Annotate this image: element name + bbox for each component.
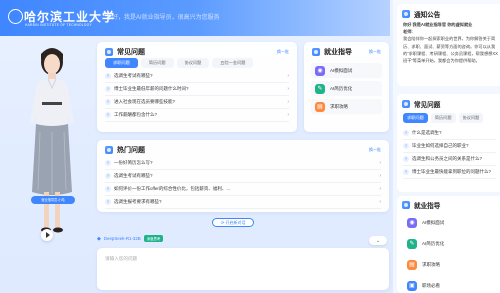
hot-title: 热门问题	[117, 147, 145, 154]
list-item[interactable]: ? 一份好简历怎么写? ›	[105, 157, 381, 170]
faq-title: 常见问题	[117, 49, 145, 56]
right-faq-list: ? 什么是选调生? ? 毕业生如何选择自己的职业? ? 选调生和公务员之间的关系是什么…	[403, 127, 496, 179]
q-icon: ?	[105, 73, 111, 79]
interview-icon: ◉	[315, 65, 325, 76]
avatar-illustration	[30, 48, 74, 233]
career-guide-card: 就业指导 换一批 ◉ AI模拟面试 ✎ AI简历优化 ▤ 求职攻略	[304, 42, 389, 132]
guide-refresh-link[interactable]: 换一批	[369, 49, 381, 55]
tab-job-questions[interactable]: 求职问题	[403, 113, 428, 123]
faq-card: 常见问题 换一批 求职问题 简历问题 协议问题 五险一金问题 ? 选调生考试有哪些…	[97, 42, 297, 132]
q-icon: ?	[403, 156, 409, 162]
q-icon: ?	[403, 143, 409, 149]
arrow-right-icon: ›	[379, 173, 381, 179]
chat-input[interactable]	[105, 256, 375, 261]
arrow-right-icon: ›	[379, 199, 381, 205]
right-faq-title: 常见问题	[414, 102, 441, 109]
q-icon: ?	[105, 112, 111, 118]
notice-sub: 老师:	[403, 29, 413, 35]
notice-card: 通知公告 你好 我是AI就业指导官 你的虚拟就业 老师: 我会陪伴你一起探索职业…	[397, 4, 500, 86]
q-icon: ?	[403, 169, 409, 175]
tab-resume-questions[interactable]: 简历问题	[140, 58, 174, 68]
resume-icon: ✎	[407, 238, 417, 249]
q-icon: ?	[105, 173, 111, 179]
megaphone-icon	[402, 10, 410, 18]
hot-list: ? 一份好简历怎么写? › ? 选调生考试有哪些? › ? 如何评价一份工作offer的综…	[105, 157, 381, 209]
notice-lead: 你好 我是AI就业指导官 你的虚拟就业	[403, 22, 473, 27]
guide-book-icon: ▤	[315, 101, 325, 112]
q-icon: ?	[105, 160, 111, 166]
list-item[interactable]: ? 毕业生如何选择自己的职业?	[403, 140, 496, 153]
right-faq-card: 常见问题 求职问题 简历问题 协议问题 ? 什么是选调生? ? 毕业生如何选择自己的…	[397, 94, 500, 192]
right-guide-title: 就业指导	[414, 203, 441, 210]
guide-item-resume[interactable]: ✎ AI简历优化	[403, 234, 496, 253]
guide-icon	[312, 48, 320, 56]
deep-think-badge[interactable]: 深度思考	[143, 235, 164, 242]
guide-book-icon: ▤	[407, 259, 417, 270]
right-faq-tabs: 求职问题 简历问题 协议问题	[403, 113, 486, 123]
logo-text-en: HARBIN INSTITUTE OF TECHNOLOGY	[25, 23, 92, 27]
guide-title: 就业指导	[324, 49, 352, 56]
q-icon: ?	[105, 186, 111, 192]
faq-tabs: 求职问题 简历问题 协议问题 五险一金问题	[105, 58, 256, 68]
q-icon: ?	[105, 99, 111, 105]
model-selector[interactable]: ◆ DeepSeek-R1-32B 深度思考	[97, 235, 164, 242]
collapse-icon[interactable]: ⌄	[369, 236, 387, 245]
q-icon: ?	[105, 199, 111, 205]
question-icon	[105, 48, 113, 56]
new-chat-button[interactable]: ⟳ 开启新对话	[212, 218, 255, 227]
hot-questions-card: 热门问题 换一批 ? 一份好简历怎么写? › ? 选调生考试有哪些? › ? 如何评价一份…	[97, 140, 389, 212]
notice-title: 通知公告	[414, 12, 441, 19]
list-item[interactable]: ? 选调生考试有哪些? ›	[105, 70, 289, 83]
guide-item-workplace[interactable]: ▣ 职场必看	[403, 276, 496, 293]
avatar-name-badge: 就业指导员-小哈	[31, 196, 75, 204]
guide-item-interview[interactable]: ◉ AI模拟面试	[403, 213, 496, 232]
q-icon: ?	[105, 86, 111, 92]
list-item[interactable]: ? 博士毕业生最低年薪的问题什么时间? ›	[105, 83, 289, 96]
arrow-right-icon: ›	[379, 160, 381, 166]
guide-icon	[402, 201, 410, 209]
q-icon: ?	[403, 130, 409, 136]
arrow-right-icon: ›	[287, 86, 289, 92]
list-item[interactable]: ? 博士毕业生最快能拿到职位的问题什么?	[403, 166, 496, 179]
guide-item-resume[interactable]: ✎ AI简历优化	[311, 81, 382, 96]
list-item[interactable]: ? 选调生考试有哪些? ›	[105, 170, 381, 183]
list-item[interactable]: ? 选调生报考要求有哪些? ›	[105, 196, 381, 209]
faq-list: ? 选调生考试有哪些? › ? 博士毕业生最低年薪的问题什么时间? › ? 进入社会现在选…	[105, 70, 289, 122]
faq-refresh-link[interactable]: 换一批	[277, 49, 289, 55]
notice-body: 我会陪伴你一起探索职业的世界，为你解答关于简历、求职、面试、薪资等方面的咨询。你…	[403, 36, 498, 64]
list-item[interactable]: ? 进入社会现在选员要哪些技能? ›	[105, 96, 289, 109]
model-icon: ◆	[97, 235, 101, 242]
right-guide-card: 就业指导 ◉ AI模拟面试 ✎ AI简历优化 ▤ 求职攻略 ▣ 职场必看	[397, 196, 500, 293]
tab-agreement-questions[interactable]: 协议问题	[176, 58, 210, 68]
guide-item-interview[interactable]: ◉ AI模拟面试	[311, 63, 382, 78]
resume-icon: ✎	[315, 83, 325, 94]
list-item[interactable]: ? 选调生和公务员之间的关系是什么?	[403, 153, 496, 166]
list-item[interactable]: ? 什么是选调生?	[403, 127, 496, 140]
arrow-right-icon: ›	[287, 73, 289, 79]
model-name: DeepSeek-R1-32B	[103, 236, 141, 241]
tab-agreement-questions[interactable]: 协议问题	[458, 113, 484, 123]
tab-insurance-questions[interactable]: 五险一金问题	[212, 58, 254, 68]
university-logo: 哈尔滨工业大学 HARBIN INSTITUTE OF TECHNOLOGY	[8, 7, 114, 29]
chat-input-box	[97, 248, 389, 290]
tab-resume-questions[interactable]: 简历问题	[430, 113, 456, 123]
list-item[interactable]: ? 如何评价一份工作offer的综合性价比，包括薪资、福利、... ›	[105, 183, 381, 196]
guide-item-strategy[interactable]: ▤ 求职攻略	[403, 255, 496, 274]
arrow-right-icon: ›	[287, 99, 289, 105]
guide-item-strategy[interactable]: ▤ 求职攻略	[311, 99, 382, 114]
fire-icon	[105, 146, 113, 154]
interview-icon: ◉	[407, 217, 417, 228]
tab-job-questions[interactable]: 求职问题	[105, 58, 138, 68]
arrow-right-icon: ›	[379, 186, 381, 192]
question-icon	[402, 100, 410, 108]
hot-refresh-link[interactable]: 换一批	[369, 147, 381, 153]
seal-icon	[8, 9, 23, 24]
welcome-text: 你好，我是AI就业指导员，很高兴为您服务	[106, 15, 220, 21]
play-button[interactable]	[41, 229, 53, 241]
arrow-right-icon: ›	[287, 112, 289, 118]
briefcase-icon: ▣	[407, 280, 417, 291]
list-item[interactable]: ? 工作薪酬都包含什么? ›	[105, 109, 289, 122]
